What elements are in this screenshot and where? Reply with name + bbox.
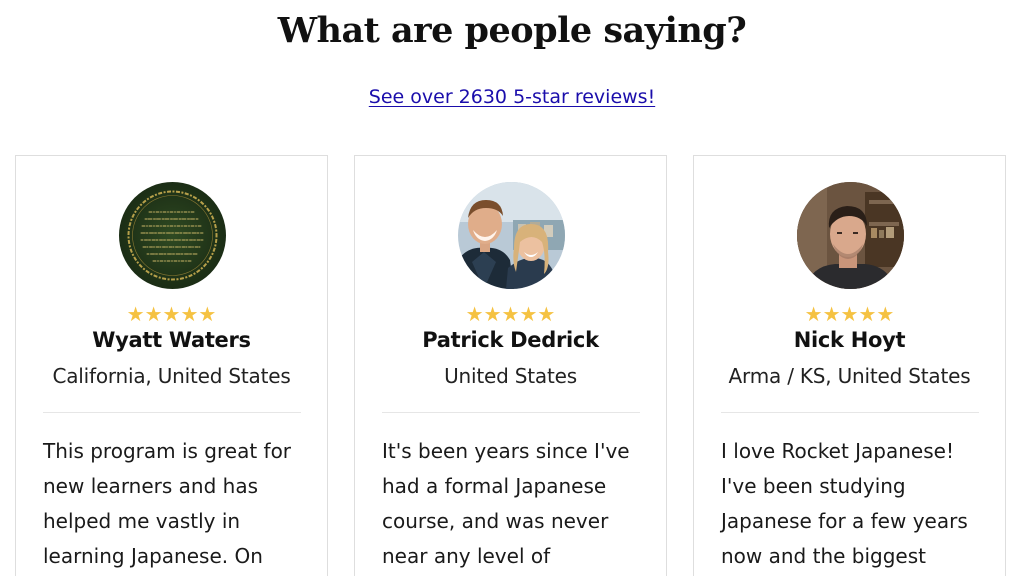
elvish-ring-inscription-avatar [119, 182, 226, 289]
five-star-rating: ★★★★★ [465, 302, 556, 326]
review-text: It's been years since I've had a formal … [382, 434, 654, 574]
avatar [458, 182, 565, 289]
five-star-rating: ★★★★★ [126, 302, 217, 326]
review-text-line: I've been studying [721, 474, 906, 498]
review-text-line: new learners and has [43, 474, 258, 498]
reviewer-name: Wyatt Waters [92, 328, 251, 352]
reviewer-name: Patrick Dedrick [422, 328, 599, 352]
reviewer-location: Arma / KS, United States [728, 364, 971, 388]
divider [43, 412, 301, 413]
review-text-line: course, and was never [382, 509, 609, 533]
review-text-line: near any level of [382, 544, 551, 568]
see-reviews-link[interactable]: See over 2630 5-star reviews! [369, 86, 655, 108]
reviewer-name: Nick Hoyt [793, 328, 906, 352]
page-title: What are people saying? [277, 10, 747, 51]
review-text-line: helped me vastly in [43, 509, 241, 533]
review-text: I love Rocket Japanese! I've been studyi… [721, 434, 993, 574]
review-text-line: It's been years since I've [382, 439, 630, 463]
review-text-line: Japanese for a few years [721, 509, 968, 533]
couple-selfie-avatar [458, 182, 565, 289]
testimonial-card: ★★★★★ Patrick Dedrick United States It's… [354, 155, 667, 576]
review-text-line: now and the biggest [721, 544, 926, 568]
review-text-line: had a formal Japanese [382, 474, 607, 498]
testimonial-card: ★★★★★ Wyatt Waters California, United St… [15, 155, 328, 576]
man-portrait-avatar [797, 182, 904, 289]
review-text-line: learning Japanese. On [43, 544, 263, 568]
reviewer-location: California, United States [52, 364, 291, 388]
divider [721, 412, 979, 413]
avatar [797, 182, 904, 289]
review-text-line: This program is great for [43, 439, 292, 463]
review-text: This program is great for new learners a… [43, 434, 315, 574]
avatar [119, 182, 226, 289]
reviewer-location: United States [444, 364, 577, 388]
divider [382, 412, 640, 413]
review-text-line: I love Rocket Japanese! [721, 439, 954, 463]
five-star-rating: ★★★★★ [804, 302, 895, 326]
reviews-link-container: See over 2630 5-star reviews! [0, 86, 1024, 108]
testimonial-card: ★★★★★ Nick Hoyt Arma / KS, United States… [693, 155, 1006, 576]
